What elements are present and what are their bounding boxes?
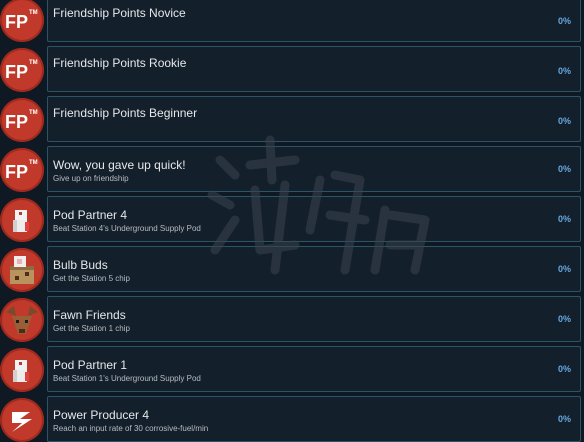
achievement-card: Friendship Points Beginner 0% — [47, 96, 581, 142]
achievement-percent: 0% — [557, 264, 571, 274]
achievement-card: Friendship Points Novice 0% — [47, 0, 581, 42]
svg-text:TM: TM — [29, 110, 38, 116]
achievement-description: Beat Station 4's Underground Supply Pod — [53, 224, 201, 233]
achievement-title: Wow, you gave up quick! — [53, 158, 186, 172]
svg-text:TM: TM — [29, 160, 38, 166]
svg-text:FP: FP — [5, 112, 28, 132]
achievement-card: Power Producer 4 Reach an input rate of … — [47, 396, 581, 442]
achievement-title: Fawn Friends — [53, 308, 126, 322]
achievement-title: Friendship Points Beginner — [53, 106, 198, 120]
achievement-row[interactable]: Fawn Friends Get the Station 1 chip 0% — [0, 296, 584, 342]
svg-text:TM: TM — [29, 10, 38, 16]
achievement-description: Get the Station 5 chip — [53, 274, 130, 283]
achievement-percent: 0% — [557, 414, 571, 424]
lightning-icon — [0, 398, 44, 442]
achievement-card: Pod Partner 4 Beat Station 4's Undergrou… — [47, 196, 581, 242]
pod-character-icon — [0, 198, 44, 242]
fawn-character-icon — [0, 298, 44, 342]
achievement-description: Get the Station 1 chip — [53, 324, 130, 333]
achievement-title: Bulb Buds — [53, 258, 108, 272]
achievement-card: Fawn Friends Get the Station 1 chip 0% — [47, 296, 581, 342]
achievement-description: Beat Station 1's Underground Supply Pod — [53, 374, 201, 383]
achievement-percent: 0% — [557, 66, 571, 76]
achievement-percent: 0% — [557, 314, 571, 324]
achievement-row[interactable]: FP TM Friendship Points Beginner 0% — [0, 96, 584, 142]
achievement-row[interactable]: FP TM Wow, you gave up quick! Give up on … — [0, 146, 584, 192]
fp-icon: FP TM — [0, 98, 44, 142]
svg-text:TM: TM — [29, 60, 38, 66]
bulb-character-icon — [0, 248, 44, 292]
fp-icon: FP TM — [0, 48, 44, 92]
achievement-title: Friendship Points Rookie — [53, 56, 187, 70]
achievement-card: Bulb Buds Get the Station 5 chip 0% — [47, 246, 581, 292]
svg-text:FP: FP — [5, 162, 28, 182]
fp-icon: FP TM — [0, 148, 44, 192]
achievement-card: Friendship Points Rookie 0% — [47, 46, 581, 92]
svg-text:FP: FP — [5, 62, 28, 82]
achievement-title: Pod Partner 4 — [53, 208, 128, 222]
achievement-row[interactable]: FP TM Friendship Points Rookie 0% — [0, 46, 584, 92]
achievement-card: Pod Partner 1 Beat Station 1's Undergrou… — [47, 346, 581, 392]
achievement-description: Give up on friendship — [53, 174, 129, 183]
achievement-row[interactable]: Power Producer 4 Reach an input rate of … — [0, 396, 584, 442]
achievement-row[interactable]: Pod Partner 1 Beat Station 1's Undergrou… — [0, 346, 584, 392]
achievement-title: Friendship Points Novice — [53, 6, 186, 20]
achievement-title: Pod Partner 1 — [53, 358, 128, 372]
achievement-percent: 0% — [557, 116, 571, 126]
achievement-row[interactable]: FP TM Friendship Points Novice 0% — [0, 0, 584, 42]
achievement-title: Power Producer 4 — [53, 408, 150, 422]
achievement-percent: 0% — [557, 214, 571, 224]
fp-icon: FP TM — [0, 0, 44, 42]
achievement-description: Reach an input rate of 30 corrosive-fuel… — [53, 424, 209, 433]
achievement-row[interactable]: Bulb Buds Get the Station 5 chip 0% — [0, 246, 584, 292]
achievement-card: Wow, you gave up quick! Give up on frien… — [47, 146, 581, 192]
pod-character-icon — [0, 348, 44, 392]
svg-text:FP: FP — [5, 12, 28, 32]
achievement-percent: 0% — [557, 364, 571, 374]
achievement-percent: 0% — [557, 164, 571, 174]
achievement-percent: 0% — [557, 16, 571, 26]
achievement-row[interactable]: Pod Partner 4 Beat Station 4's Undergrou… — [0, 196, 584, 242]
